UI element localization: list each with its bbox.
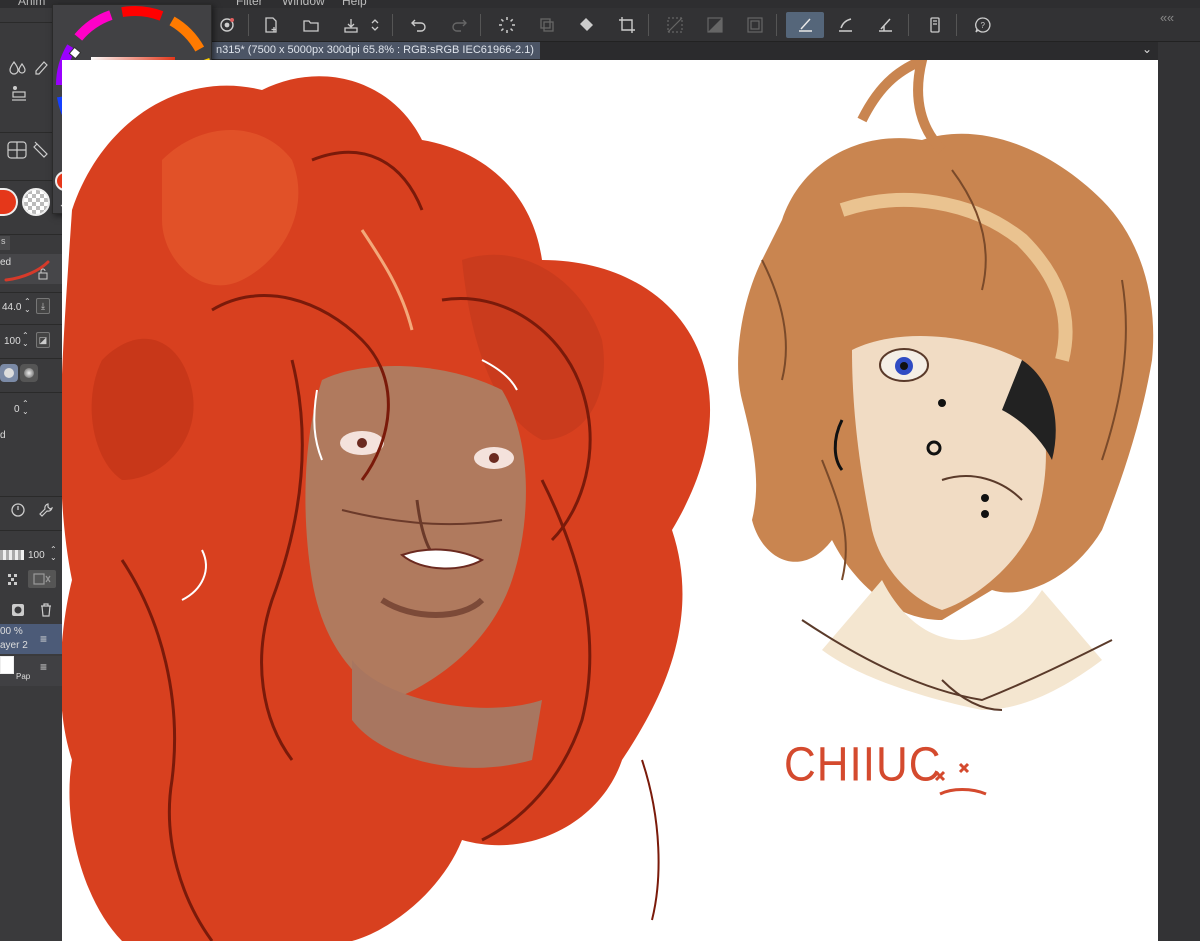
export-icon[interactable] (338, 12, 364, 38)
paper-thumbnail (0, 656, 14, 674)
anti-alias-soft[interactable] (0, 364, 18, 382)
anti-alias-strong[interactable] (20, 364, 38, 382)
lock-icon (38, 268, 48, 280)
copy-layer-icon[interactable] (534, 12, 560, 38)
open-folder-icon[interactable] (298, 12, 324, 38)
paper-layer-name: Pap (16, 672, 31, 681)
snap-grid-icon[interactable] (872, 12, 898, 38)
ruler-perspective-icon[interactable] (6, 140, 28, 163)
transparent-color-swatch[interactable] (22, 188, 50, 216)
opacity-slider[interactable] (0, 550, 24, 560)
right-portrait (738, 60, 1154, 711)
pressure-download-icon[interactable]: ⤓ (36, 298, 50, 314)
signature-doodle (934, 762, 987, 796)
menu-lines-icon[interactable]: ≡ (40, 660, 47, 674)
document-tab-bar: n315* (7500 x 5000px 300dpi 65.8% : RGB:… (212, 42, 1200, 60)
layer-mask-icon[interactable] (10, 602, 26, 621)
left-portrait (62, 76, 711, 941)
menu-lines-icon[interactable]: ≡ (40, 632, 47, 646)
opacity-value[interactable]: 100 (4, 336, 21, 347)
reference-layer-icon[interactable] (28, 570, 56, 588)
artwork (62, 60, 1154, 941)
selection-border-icon[interactable] (742, 12, 768, 38)
layer-effect-icon[interactable] (6, 572, 22, 591)
snap-ruler-icon[interactable] (786, 12, 824, 38)
collapse-panel-icon[interactable]: « « (1160, 10, 1174, 25)
clear-selection-icon[interactable] (662, 12, 688, 38)
device-settings-icon[interactable] (922, 12, 948, 38)
trash-icon[interactable] (38, 602, 54, 621)
menu-window[interactable]: Window (282, 0, 325, 8)
vector-pen-icon[interactable] (32, 140, 50, 163)
main-color-swatch[interactable] (0, 188, 18, 216)
crop-icon[interactable] (614, 12, 640, 38)
invert-selection-icon[interactable] (702, 12, 728, 38)
layer-opacity-row: 100 ⌃ ⌄ (0, 546, 62, 568)
artist-signature: CHIIUC (784, 737, 942, 792)
undo-icon[interactable] (406, 12, 432, 38)
help-icon[interactable]: ? (970, 12, 996, 38)
app-window: Anim Filter Window Help ? « « n315* (750… (0, 0, 1200, 941)
stamp-icon[interactable] (10, 84, 28, 105)
right-panel-strip (1158, 42, 1200, 941)
document-tab[interactable]: n315* (7500 x 5000px 300dpi 65.8% : RGB:… (212, 42, 540, 59)
menu-help[interactable]: Help (342, 0, 367, 8)
snap-special-ruler-icon[interactable] (832, 12, 858, 38)
eye-icon[interactable] (214, 12, 240, 38)
stabilization-value[interactable]: 0 (14, 404, 20, 415)
redo-icon[interactable] (446, 12, 472, 38)
menu-filter[interactable]: Filter (236, 0, 263, 8)
pen-tool-icon[interactable] (34, 60, 48, 81)
setting-label: d (0, 430, 6, 441)
layer-row-opacity: 00 % (0, 626, 23, 637)
brush-size-value[interactable]: 44.0 (2, 302, 21, 313)
settings-dial-icon[interactable] (10, 502, 26, 521)
svg-text:?: ? (981, 21, 986, 30)
opacity-pressure-icon[interactable]: ◪ (36, 332, 50, 348)
layer-row-paper[interactable]: Pap ≡ (0, 656, 62, 686)
command-bar: ? (212, 8, 1200, 42)
menu-animation[interactable]: Anim (18, 0, 45, 8)
fill-bucket-icon[interactable] (574, 12, 600, 38)
stabilization-stepper-icon[interactable]: ⌃ ⌄ (22, 400, 29, 416)
chevron-down-icon[interactable]: ⌄ (1142, 42, 1152, 56)
loading-spinner-icon[interactable] (494, 12, 520, 38)
drawing-canvas[interactable]: CHIIUC (62, 60, 1158, 941)
updown-chevron-icon[interactable] (368, 12, 382, 38)
brush-preview[interactable]: ed (0, 254, 62, 284)
water-drop-icon[interactable] (8, 60, 28, 81)
layer-opacity-stepper-icon[interactable]: ⌃ ⌄ (50, 546, 57, 562)
wrench-icon[interactable] (38, 502, 54, 521)
panel-tab[interactable]: s (0, 236, 10, 250)
layer-row-name: ayer 2 (0, 640, 28, 651)
new-file-icon[interactable] (258, 12, 284, 38)
layer-row-active[interactable]: 00 % ayer 2 ≡ (0, 624, 62, 654)
opacity-stepper-icon[interactable]: ⌃ ⌄ (22, 332, 29, 348)
layer-opacity-value[interactable]: 100 (28, 550, 45, 561)
brush-size-stepper-icon[interactable]: ⌃ ⌄ (24, 298, 31, 314)
